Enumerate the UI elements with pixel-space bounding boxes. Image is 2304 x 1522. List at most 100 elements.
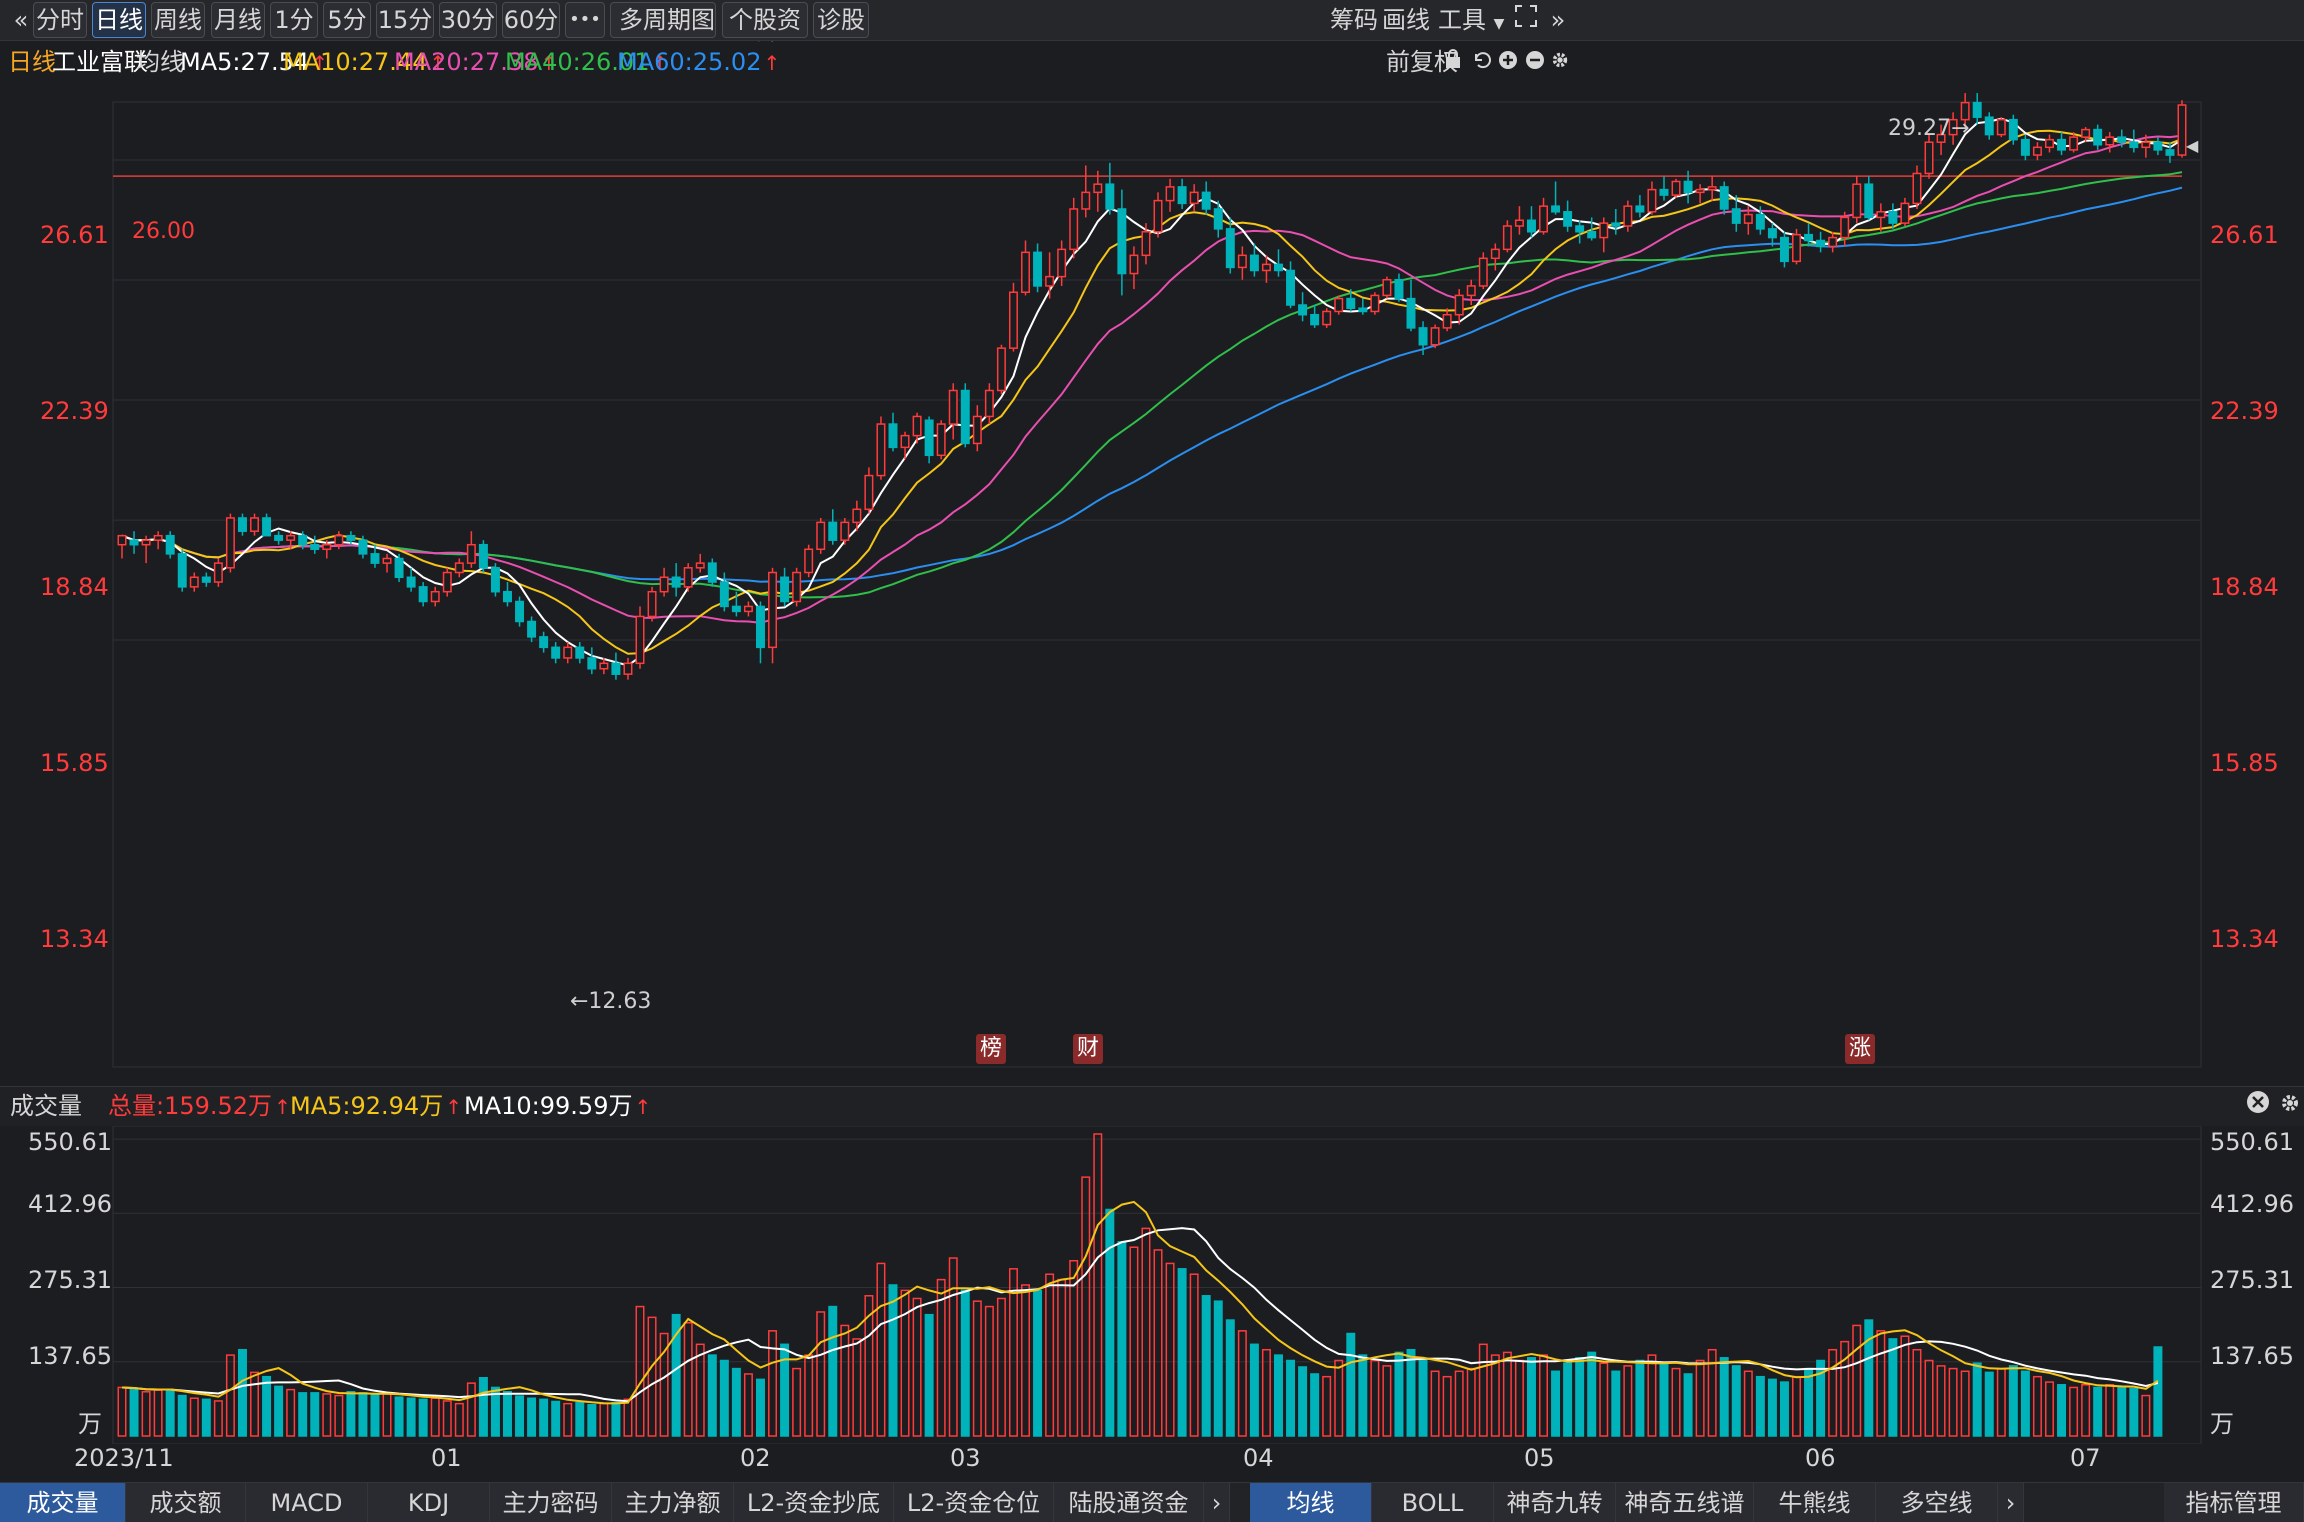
tab-l2-bottom-fishing[interactable]: L2-资金抄底 <box>734 1483 894 1522</box>
volume-axis-label-right: 275.31 <box>2210 1266 2294 1294</box>
period-button-15min[interactable]: 15分 <box>376 2 434 38</box>
candle-body <box>683 567 693 588</box>
period-button-5min[interactable]: 5分 <box>323 2 371 38</box>
diagnose-button[interactable]: 诊股 <box>813 2 869 38</box>
candle-body <box>695 562 705 569</box>
candle-body <box>743 605 753 613</box>
candle-body <box>1779 236 1789 263</box>
volume-bar <box>1165 1262 1175 1437</box>
event-badge-billboard[interactable]: 榜 <box>976 1034 1006 1064</box>
candle-body <box>2153 141 2163 151</box>
volume-axis-label-left: 275.31 <box>28 1266 112 1294</box>
period-button-60min[interactable]: 60分 <box>502 2 560 38</box>
tab-northbound-funds[interactable]: 陆股通资金 <box>1054 1483 1204 1522</box>
period-button-monthly[interactable]: 月线 <box>211 2 265 38</box>
period-button-daily[interactable]: 日线 <box>92 2 146 38</box>
tab-main-net[interactable]: 主力净额 <box>612 1483 734 1522</box>
fullscreen-icon[interactable] <box>1512 2 1540 38</box>
volume-bar <box>334 1394 344 1437</box>
candle-body <box>1767 228 1777 239</box>
candle <box>948 383 958 440</box>
tab-macd[interactable]: MACD <box>246 1483 368 1522</box>
candle <box>1972 93 1982 125</box>
double-chevron-left-icon[interactable]: « <box>6 2 36 38</box>
volume-bar <box>1996 1367 2006 1437</box>
volume-bar <box>2032 1375 2042 1437</box>
candle <box>1659 176 1669 201</box>
tab-long-short-line[interactable]: 多空线 <box>1876 1483 1998 1522</box>
indicator-manage-button[interactable]: 指标管理 <box>2164 1483 2304 1522</box>
volume-bar <box>1840 1340 1850 1437</box>
candle-body <box>1310 313 1320 326</box>
tab-volume[interactable]: 成交量 <box>0 1483 126 1522</box>
candle-body <box>1286 269 1296 306</box>
undo-icon[interactable] <box>1472 46 1492 78</box>
candle-body <box>1406 297 1416 329</box>
candle <box>1611 208 1621 235</box>
multi-period-dropdown[interactable]: 多周期图 ⌄ <box>610 2 716 66</box>
more-periods-button[interactable]: ••• <box>565 2 605 38</box>
candle-body <box>611 662 621 675</box>
gear-icon[interactable] <box>2280 1090 2302 1122</box>
volume-bar <box>2117 1386 2127 1437</box>
tab-main-force-code[interactable]: 主力密码 <box>490 1483 612 1522</box>
volume-bar <box>382 1393 392 1437</box>
tab-bull-bear-line[interactable]: 牛熊线 <box>1754 1483 1876 1522</box>
tab-ma-overlay[interactable]: 均线 <box>1250 1483 1372 1522</box>
volume-bar <box>1876 1330 1886 1437</box>
stock-profile-button[interactable]: 个股资料 <box>722 2 808 68</box>
candlestick-chart[interactable] <box>0 82 2304 1068</box>
volume-bar <box>1382 1365 1392 1437</box>
candle <box>1924 134 1934 179</box>
tab-turnover[interactable]: 成交额 <box>126 1483 246 1522</box>
candle <box>237 513 247 536</box>
zoom-out-icon[interactable] <box>1525 46 1545 78</box>
volume-axis-label-right: 550.61 <box>2210 1128 2294 1156</box>
close-panel-icon[interactable] <box>2246 1090 2270 1122</box>
draw-line-button[interactable]: 画线 <box>1382 2 1442 38</box>
volume-bar <box>1611 1370 1621 1437</box>
volume-bar <box>1346 1332 1356 1437</box>
volume-bar <box>1249 1343 1259 1437</box>
candle-body <box>1045 275 1055 287</box>
double-chevron-right-icon[interactable]: » <box>1548 2 1568 38</box>
candle <box>1045 252 1055 299</box>
volume-bar <box>394 1396 404 1437</box>
volume-chart[interactable] <box>0 1126 2304 1444</box>
ma-group-label[interactable]: 均线 <box>136 46 184 78</box>
volume-bar <box>1755 1375 1765 1437</box>
period-label: 日线 <box>8 48 56 76</box>
tools-dropdown[interactable]: 工具 ▼ <box>1438 2 1514 38</box>
tab-magic-five-lines[interactable]: 神奇五线谱 <box>1616 1483 1754 1522</box>
candle-body <box>1261 263 1271 272</box>
candle-body <box>1033 251 1043 287</box>
chips-button[interactable]: 筹码 <box>1330 2 1390 38</box>
tab-l2-position[interactable]: L2-资金仓位 <box>894 1483 1054 1522</box>
volume-bar <box>1888 1338 1898 1437</box>
candle-body <box>2093 128 2103 146</box>
candle <box>2057 132 2067 156</box>
tab-kdj[interactable]: KDJ <box>368 1483 490 1522</box>
period-button-1min[interactable]: 1分 <box>270 2 318 38</box>
volume-bar <box>442 1400 452 1437</box>
lock-icon[interactable] <box>1444 46 1464 78</box>
volume-ma10-value: MA10:99.59万 ↑ <box>464 1092 652 1120</box>
period-button-30min[interactable]: 30分 <box>439 2 497 38</box>
volume-bar <box>1057 1278 1067 1437</box>
event-badge-financial[interactable]: 财 <box>1073 1034 1103 1064</box>
tab-magic-nine[interactable]: 神奇九转 <box>1494 1483 1616 1522</box>
chevron-right-icon[interactable]: › <box>1998 1483 2024 1522</box>
gear-icon[interactable] <box>1551 46 1569 78</box>
chevron-right-icon[interactable]: › <box>1204 1483 1230 1522</box>
event-badge-limit-up[interactable]: 涨 <box>1845 1034 1875 1064</box>
period-button-fenshi[interactable]: 分时 <box>33 2 87 38</box>
period-button-weekly[interactable]: 周线 <box>151 2 205 38</box>
candle-body <box>189 576 199 588</box>
tab-boll[interactable]: BOLL <box>1372 1483 1494 1522</box>
volume-bar <box>141 1391 151 1437</box>
volume-panel-title[interactable]: 成交量 <box>10 1090 82 1122</box>
volume-bar <box>828 1305 838 1437</box>
zoom-in-icon[interactable] <box>1498 46 1518 78</box>
candle-body <box>262 517 272 537</box>
candle <box>587 647 597 675</box>
